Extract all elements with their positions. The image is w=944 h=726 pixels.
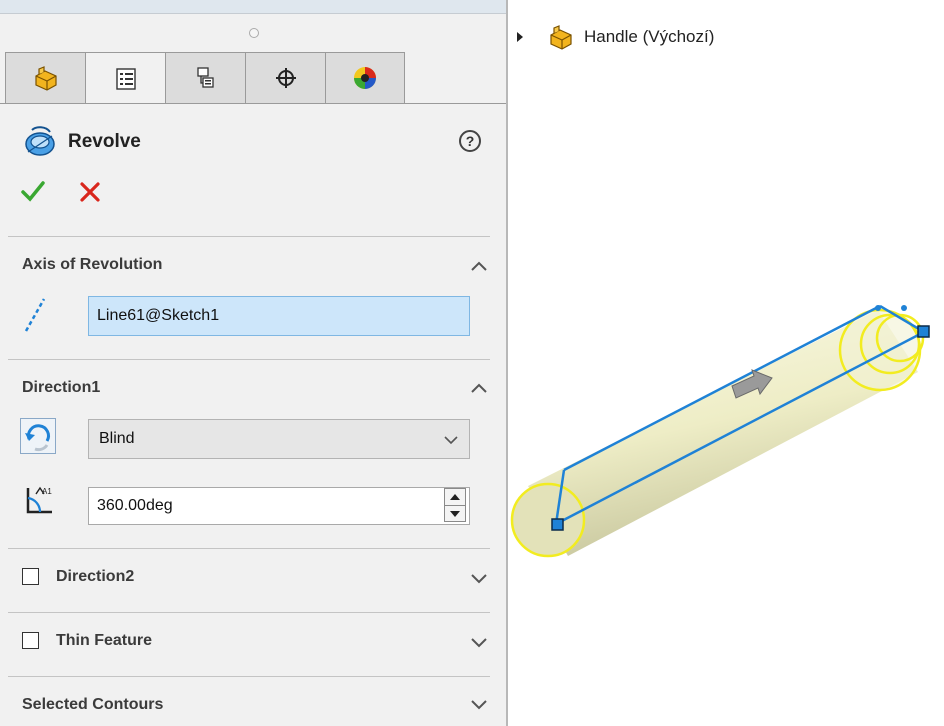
section-divider xyxy=(8,548,490,549)
property-manager-panel: Revolve ? Axis of Revolution Line61@Sket… xyxy=(0,0,506,726)
svg-text:A1: A1 xyxy=(42,487,52,496)
configuration-manager-icon xyxy=(196,67,214,88)
sketch-axis-line xyxy=(555,330,925,526)
help-button[interactable]: ? xyxy=(459,130,481,152)
section-divider xyxy=(8,236,490,237)
tab-display-manager[interactable] xyxy=(325,52,405,104)
reverse-direction-button[interactable] xyxy=(20,418,56,454)
axis-of-revolution-header[interactable]: Axis of Revolution xyxy=(22,256,162,274)
chevron-down-icon xyxy=(444,436,458,445)
thin-feature-checkbox[interactable] xyxy=(22,632,39,649)
end-condition-select[interactable]: Blind xyxy=(88,419,470,459)
close-icon xyxy=(80,182,100,202)
tab-feature-manager[interactable] xyxy=(5,52,85,104)
section-divider xyxy=(8,359,490,360)
stepper-up-button[interactable] xyxy=(445,489,465,505)
selected-contours-header[interactable]: Selected Contours xyxy=(22,696,163,714)
ok-button[interactable] xyxy=(20,178,46,204)
panel-resize-grip[interactable] xyxy=(249,28,259,38)
end-condition-value: Blind xyxy=(99,430,135,447)
cylinder-start-cap xyxy=(510,482,586,558)
sketch-endpoint-start xyxy=(551,518,564,531)
caret-down-icon xyxy=(450,510,460,517)
axis-selection-field[interactable]: Line61@Sketch1 xyxy=(88,296,470,336)
graphics-area[interactable]: Handle (Výchozí) xyxy=(508,0,944,726)
property-manager-icon xyxy=(115,67,136,90)
direction2-header[interactable]: Direction2 xyxy=(56,568,134,586)
tab-property-manager[interactable] xyxy=(85,52,165,104)
chevron-down-icon[interactable] xyxy=(470,572,488,584)
tabs-underline xyxy=(0,103,506,104)
display-manager-icon xyxy=(354,67,376,89)
tab-configuration-manager[interactable] xyxy=(165,52,245,104)
reverse-direction-icon xyxy=(25,424,50,452)
stepper-down-button[interactable] xyxy=(445,505,465,521)
chevron-up-icon[interactable] xyxy=(470,260,488,272)
direction1-header[interactable]: Direction1 xyxy=(22,379,100,397)
manager-tabs xyxy=(5,52,405,104)
dimxpert-icon xyxy=(275,68,296,88)
part-icon xyxy=(34,66,57,91)
direction2-checkbox[interactable] xyxy=(22,568,39,585)
revolve-icon xyxy=(25,126,55,156)
thin-feature-header[interactable]: Thin Feature xyxy=(56,632,152,650)
axis-icon xyxy=(24,298,46,332)
cancel-button[interactable] xyxy=(78,180,102,204)
chevron-down-icon[interactable] xyxy=(470,698,488,710)
caret-up-icon xyxy=(450,494,460,500)
angle-stepper[interactable] xyxy=(444,488,466,522)
chevron-up-icon[interactable] xyxy=(470,382,488,394)
tab-dimxpert-manager[interactable] xyxy=(245,52,325,104)
angle-input[interactable]: 360.00deg xyxy=(88,487,470,525)
feature-header: Revolve xyxy=(22,122,141,162)
page-title: Revolve xyxy=(68,131,141,152)
revolve-preview xyxy=(510,304,930,558)
angle-icon: A1 xyxy=(26,486,52,514)
section-divider xyxy=(8,676,490,677)
chevron-down-icon[interactable] xyxy=(470,636,488,648)
checkmark-icon xyxy=(21,181,45,202)
panel-top-strip xyxy=(0,0,506,14)
section-divider xyxy=(8,612,490,613)
sketch-endpoint-end xyxy=(917,325,930,338)
